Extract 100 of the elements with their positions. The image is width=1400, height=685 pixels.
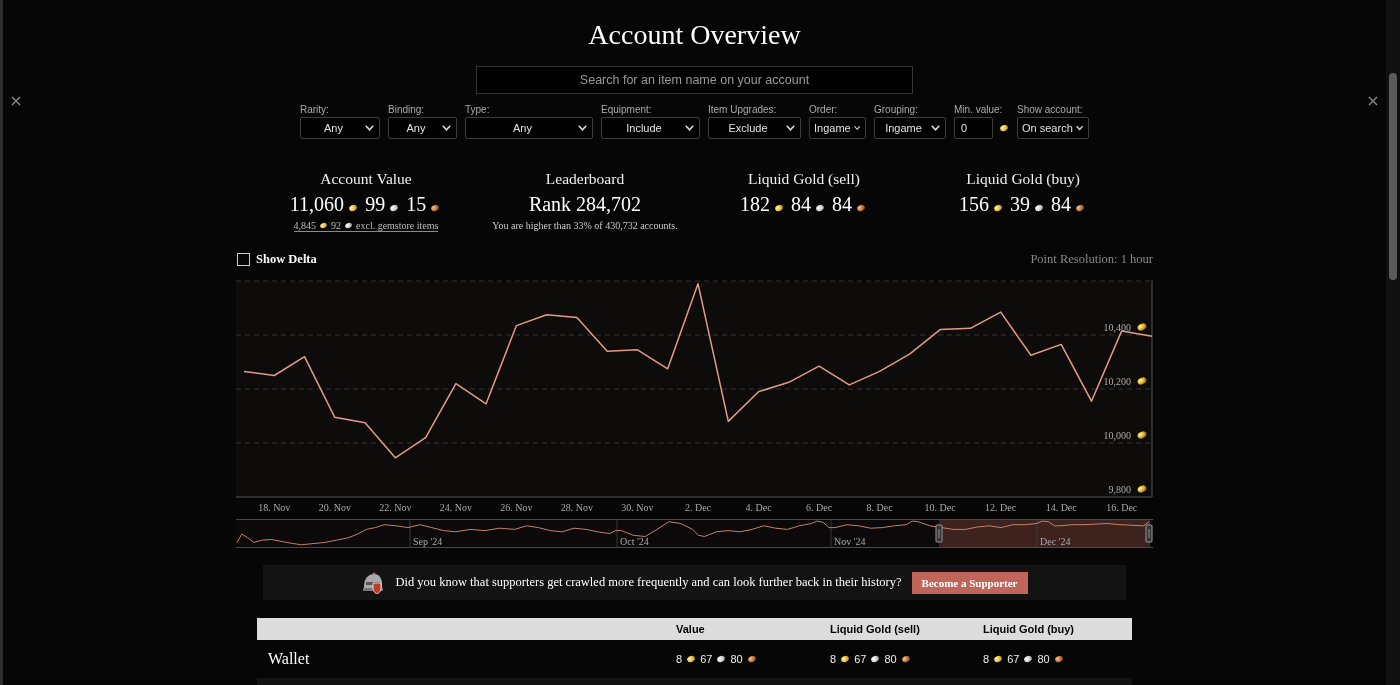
coin-icon [999,123,1009,133]
x-axis-label: 16. Dec [1106,502,1138,513]
close-icon[interactable] [11,96,21,106]
stat-title: Account Value [320,170,412,188]
coin-amount: 80 [730,653,743,665]
row-label: Wallet [267,650,311,668]
filter-dropdown[interactable]: Include [601,117,700,139]
x-axis-label: 24. Nov [439,502,472,513]
become-supporter-button[interactable]: Become a Supporter [911,571,1028,594]
x-axis-label: 8. Dec [866,502,893,513]
coin-icon [993,654,1003,664]
coin-icon [856,203,866,212]
coin-amount: 182 [740,192,770,216]
chevron-down-icon [931,125,940,131]
stat-title: Liquid Gold (sell) [748,170,860,188]
stat-title: Leaderboard [545,170,625,188]
filter-dropdown[interactable]: Ingame [874,117,946,139]
coin-amount: 80 [1037,653,1050,665]
filter-label: Rarity: [300,103,330,116]
x-axis-label: 10. Dec [924,502,956,513]
x-axis-label: 20. Nov [318,502,351,513]
chevron-down-icon [442,125,451,131]
coin-amount: 84 [1051,192,1071,216]
chevron-down-icon [1075,125,1083,131]
coin-icon [389,203,399,212]
coin-amount: 4,845 [293,220,316,231]
chevron-down-icon [853,125,860,131]
coin-icon [1137,431,1147,439]
scrollbar-thumb[interactable] [1389,73,1397,280]
coin-amount: 67 [700,653,713,665]
min-value-field[interactable]: 0 [954,117,993,139]
x-axis-label: 26. Nov [500,502,533,513]
coin-icon [993,203,1003,212]
coin-amount: 80 [884,653,897,665]
x-axis-label: 4. Dec [745,502,772,513]
chevron-down-icon [578,125,587,131]
column-header: Value [675,623,706,635]
filter-label: Type: [465,103,491,116]
coin-amount: 84 [832,192,852,216]
filter-dropdown[interactable]: Any [300,117,380,139]
y-axis-label: 10,200 [1103,376,1131,387]
x-axis-label: 22. Nov [379,502,412,513]
coin-icon [840,654,850,664]
rank-note: You are higher than 33% of 430,732 accounts. [492,220,678,232]
rank-value: Rank 284,702 [528,192,642,216]
close-icon[interactable] [1368,96,1378,106]
coin-amount: 156 [959,192,989,216]
coin-amount: 15 [406,192,427,216]
coin-icon [1137,323,1147,331]
range-handle[interactable] [935,524,943,543]
resolution-label: Point Resolution: 1 hour [1030,251,1153,267]
coin-icon [1034,203,1044,212]
coin-amount: 84 [791,192,811,216]
coin-amount: 39 [1010,192,1030,216]
filter-dropdown[interactable]: Exclude [708,117,801,139]
x-axis-label: 6. Dec [806,502,833,513]
helmet-icon [361,571,386,594]
y-axis-label: 10,000 [1103,430,1131,441]
coin-icon [430,203,440,212]
filter-label: Show account: [1017,103,1084,116]
filter-dropdown[interactable]: On search [1017,117,1089,139]
filter-label: Item Upgrades: [708,103,778,116]
coin-amount: 8 [830,653,837,665]
checkbox[interactable] [237,252,250,266]
filter-dropdown[interactable]: Ingame [809,117,866,139]
chevron-down-icon [685,125,694,131]
coin-icon [1053,654,1064,664]
navigator-month-label: Nov '24 [834,536,866,547]
banner-message: Did you know that supporters get crawled more frequently and can look further back in their history? [395,575,902,590]
coin-icon [774,203,784,212]
search-field[interactable]: Search for an item name on your account [476,66,913,94]
coin-icon [716,654,727,664]
y-axis-label: 9,800 [1108,484,1131,495]
checkbox-label: Show Delta [256,251,317,267]
coin-icon [1137,485,1147,493]
filter-dropdown[interactable]: Any [388,117,457,139]
x-axis-label: 28. Nov [560,502,594,513]
filter-label: Min. value: [954,103,1004,116]
chevron-down-icon [365,125,374,131]
filter-label: Order: [809,103,839,116]
note-text: excl. gemstore items [356,220,439,231]
filter-dropdown[interactable]: Any [465,117,593,139]
coin-icon [746,654,757,664]
coin-amount: 8 [983,653,990,665]
page-title: Account Overview [588,18,801,52]
x-axis-label: 18. Nov [258,502,291,513]
coin-icon [1023,654,1034,664]
coin-amount: 67 [854,653,867,665]
coin-icon [1137,377,1147,385]
coin-icon [900,654,911,664]
coin-icon [870,654,881,664]
coin-amount: 99 [365,192,386,216]
x-axis-label: 14. Dec [1045,502,1077,513]
navigator-month-label: Dec '24 [1040,536,1071,547]
chevron-down-icon [786,125,795,131]
coin-amount: 11,060 [289,192,345,216]
y-axis-label: 10,400 [1103,322,1131,333]
coin-icon [319,221,328,230]
column-header: Liquid Gold (sell) [829,623,921,635]
range-handle[interactable] [1145,524,1153,543]
